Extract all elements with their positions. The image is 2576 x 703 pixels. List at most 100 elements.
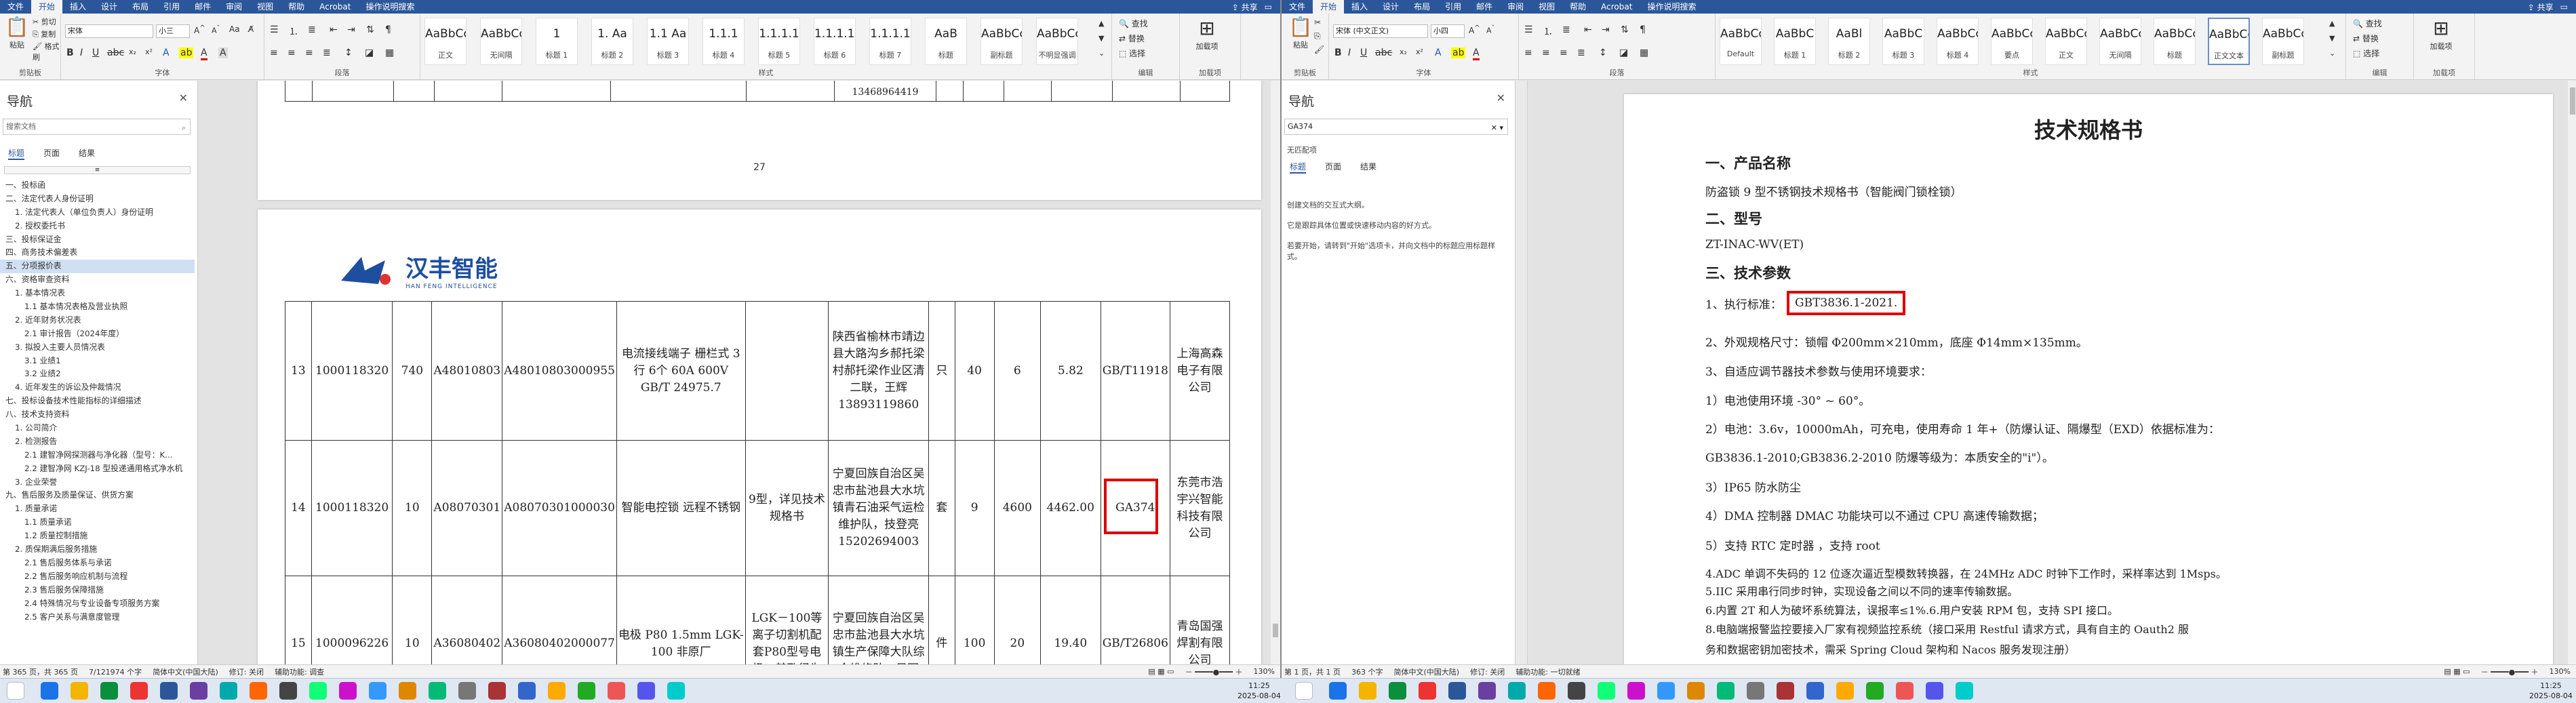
bullets-icon[interactable]: ☰ <box>270 24 279 35</box>
subscript-icon[interactable]: x₂ <box>1400 47 1407 56</box>
tab-results[interactable]: 结果 <box>79 147 95 160</box>
app-icon[interactable] <box>548 682 566 700</box>
clear-search-icon[interactable]: ✕ ▾ <box>1491 121 1503 136</box>
nav-heading-item[interactable]: 七、投标设备技术性能指标的详细描述 <box>0 395 195 408</box>
nav-heading-item[interactable]: 2.2 售后服务响应机制与流程 <box>0 570 195 584</box>
paste-button[interactable]: 📋 粘贴 <box>4 15 30 50</box>
share-button[interactable]: ⇪ 共享 <box>2528 1 2554 13</box>
underline-icon[interactable]: U <box>1360 47 1367 58</box>
nav-scroll-bar[interactable]: ≡ <box>4 166 191 174</box>
line-spacing-icon[interactable]: ↕ <box>344 47 353 58</box>
style-0[interactable]: AaBbCcDc 正文 <box>424 18 467 65</box>
tab-4[interactable]: 布局 <box>1406 0 1438 14</box>
clear-format-icon[interactable]: A̸ <box>248 24 254 34</box>
app-icon[interactable] <box>488 682 506 700</box>
app-icon[interactable] <box>1836 682 1854 700</box>
style-3[interactable]: AaBbC 标题 3 <box>1882 18 1924 65</box>
align-center-icon[interactable]: ≡ <box>1542 47 1550 58</box>
bold-icon[interactable]: B <box>66 47 74 58</box>
app-icon[interactable] <box>1568 682 1585 700</box>
subscript-icon[interactable]: x₂ <box>129 47 136 56</box>
app-icon[interactable] <box>1478 682 1496 700</box>
zoom-level[interactable]: 130% <box>1254 667 1280 676</box>
superscript-icon[interactable]: x² <box>145 47 153 56</box>
style-6[interactable]: AaBbCcDd 正文 <box>2045 18 2087 65</box>
numbering-icon[interactable]: ⒈ <box>289 24 298 38</box>
highlight-icon[interactable]: ab <box>179 47 194 58</box>
app-icon[interactable] <box>1598 682 1615 700</box>
app-icon[interactable] <box>458 682 476 700</box>
app-icon[interactable] <box>1538 682 1555 700</box>
sort-icon[interactable]: ⇅ <box>1621 24 1629 35</box>
font-name-select[interactable]: 宋体 <box>65 24 153 38</box>
status-accessibility[interactable]: 辅助功能: 一切就绪 <box>1515 666 1580 677</box>
text-effects-icon[interactable]: A <box>163 47 170 58</box>
increase-indent-icon[interactable]: ⇥ <box>1602 24 1610 35</box>
tab-10[interactable]: Acrobat <box>1593 0 1640 14</box>
app-icon[interactable] <box>1657 682 1675 700</box>
tab-5[interactable]: 引用 <box>1438 0 1469 14</box>
style-4[interactable]: AaBbCcDd 标题 4 <box>1937 18 1979 65</box>
find-button[interactable]: 🔍 查找 <box>2353 18 2382 29</box>
nav-heading-item[interactable]: 四、商务技术偏差表 <box>0 246 195 260</box>
app-icon[interactable] <box>1717 682 1735 700</box>
nav-heading-item[interactable]: 1.2 质量控制措施 <box>0 529 195 543</box>
tab-results[interactable]: 结果 <box>1360 161 1376 174</box>
style-9[interactable]: AaB 标题 <box>925 18 967 65</box>
app-icon[interactable] <box>1389 682 1406 700</box>
nav-heading-item[interactable]: 3. 拟投入主要人员情况表 <box>0 341 195 355</box>
clock-right[interactable]: 11:25 2025-08-04 <box>2529 681 2573 701</box>
style-2[interactable]: 1 标题 1 <box>536 18 578 65</box>
style-6[interactable]: 1.1.1.1 标题 5 <box>758 18 800 65</box>
text-effects-icon[interactable]: A <box>1435 47 1442 58</box>
nav-heading-item[interactable]: 4. 近年发生的诉讼及仲裁情况 <box>0 381 195 395</box>
app-icon[interactable] <box>667 682 685 700</box>
align-left-icon[interactable]: ≡ <box>1524 47 1532 58</box>
style-8[interactable]: AaBbCcDd 标题 <box>2154 18 2196 65</box>
align-right-icon[interactable]: ≡ <box>1560 47 1568 58</box>
nav-heading-item[interactable]: 1.1 基本情况表格及营业执照 <box>0 300 195 314</box>
borders-icon[interactable]: ▦ <box>1640 47 1648 58</box>
app-icon[interactable] <box>518 682 536 700</box>
numbering-icon[interactable]: ⒈ <box>1543 24 1553 38</box>
style-1[interactable]: AaBbC 标题 1 <box>1774 18 1816 65</box>
tab-2[interactable]: 插入 <box>1344 0 1375 14</box>
app-icon[interactable] <box>339 682 357 700</box>
style-4[interactable]: 1.1 Aa 标题 3 <box>647 18 689 65</box>
tab-8[interactable]: 视图 <box>1531 0 1562 14</box>
app-icon[interactable] <box>190 682 207 700</box>
app-icon[interactable] <box>1359 682 1376 700</box>
tab-7[interactable]: 审阅 <box>218 0 250 14</box>
tab-headings[interactable]: 标题 <box>1290 161 1307 174</box>
shading-icon[interactable]: ◪ <box>365 47 374 58</box>
tab-2[interactable]: 插入 <box>62 0 94 14</box>
italic-icon[interactable]: I <box>1348 47 1351 58</box>
nav-heading-item[interactable]: 1.1 质量承诺 <box>0 516 195 529</box>
app-icon[interactable] <box>41 682 58 700</box>
tab-9[interactable]: 帮助 <box>281 0 312 14</box>
nav-heading-item[interactable]: 2. 授权委托书 <box>0 220 195 233</box>
nav-heading-item[interactable]: 三、投标保证金 <box>0 233 195 247</box>
status-language[interactable]: 简体中文(中国大陆) <box>153 666 218 677</box>
view-buttons[interactable]: ▤ ▦ ▭ <box>1148 667 1174 676</box>
app-icon[interactable] <box>309 682 327 700</box>
app-icon[interactable] <box>1806 682 1824 700</box>
style-7[interactable]: 1.1.1.1.1 标题 6 <box>814 18 856 65</box>
nav-heading-item[interactable]: 六、资格审查资料 <box>0 273 195 287</box>
styles-scroll-down-icon[interactable]: ▼ <box>1098 34 1104 43</box>
nav-heading-item[interactable]: 2.1 建智净网探测器与净化器（型号：K... <box>0 449 195 462</box>
clock-left[interactable]: 11:25 2025-08-04 <box>1237 681 1281 701</box>
status-accessibility[interactable]: 辅助功能: 调查 <box>275 666 324 677</box>
zoom-slider[interactable]: － ━━━━●━━━ ＋ <box>2481 666 2539 677</box>
sort-icon[interactable]: ⇅ <box>366 24 374 35</box>
nav-heading-item[interactable]: 3.1 业绩1 <box>0 355 195 368</box>
grow-font-icon[interactable]: A^ <box>194 24 205 35</box>
grow-font-icon[interactable]: A^ <box>1469 24 1480 35</box>
multilevel-list-icon[interactable]: ≣ <box>1562 24 1570 35</box>
styles-more-icon[interactable]: ⌄ <box>1098 49 1105 58</box>
strikethrough-icon[interactable]: abc <box>107 47 124 58</box>
select-button[interactable]: ⬚ 选择 <box>1119 47 1145 59</box>
style-2[interactable]: AaBl 标题 2 <box>1828 18 1870 65</box>
style-0[interactable]: AaBbCc Default <box>1720 18 1762 65</box>
nav-heading-item[interactable]: 八、技术支持资料 <box>0 408 195 422</box>
